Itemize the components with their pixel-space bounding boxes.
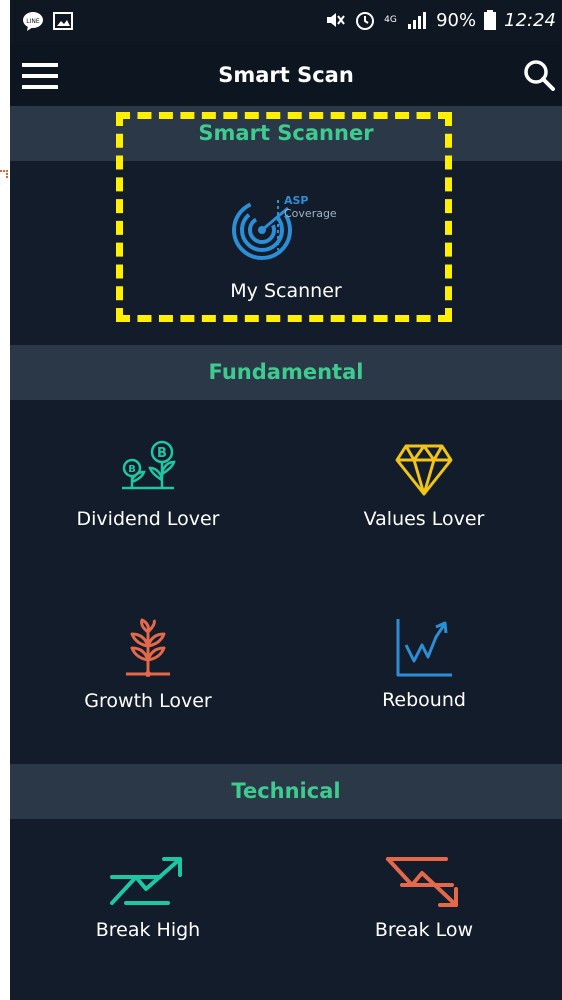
status-bar: LINE 4G 90% 12:24 [10, 0, 562, 45]
tile-break-low[interactable]: Break Low [286, 853, 562, 941]
tile-dividend-lover[interactable]: B B Dividend Lover [10, 438, 286, 530]
svg-text:LINE: LINE [26, 18, 40, 25]
section-header-smart-scanner: Smart Scanner [10, 106, 562, 161]
tile-label: Break Low [374, 919, 474, 941]
sprout-icon [126, 618, 170, 677]
diamond-icon [395, 444, 453, 496]
break-high-icon [110, 857, 182, 905]
battery-percent: 90% [436, 9, 477, 31]
tile-label: My Scanner [230, 280, 342, 302]
mute-icon [327, 13, 345, 27]
line-chat-icon: LINE [23, 12, 43, 31]
gallery-icon [53, 12, 73, 30]
section-header-technical: Technical [10, 764, 562, 819]
svg-text:B: B [128, 464, 136, 475]
annotation-corner-mark [0, 170, 8, 178]
section-header-fundamental: Fundamental [10, 345, 562, 400]
search-icon[interactable] [522, 58, 556, 92]
clock: 12:24 [504, 9, 556, 31]
alarm-icon [356, 12, 375, 30]
tile-label: Growth Lover [84, 690, 212, 712]
signal-icon [408, 12, 427, 29]
tile-label: Dividend Lover [76, 508, 220, 530]
tile-rebound[interactable]: Rebound [286, 615, 562, 711]
tile-label: Break High [95, 919, 201, 941]
coverage-badge-text: Coverage [284, 207, 337, 220]
tile-growth-lover[interactable]: Growth Lover [10, 618, 286, 712]
rebound-chart-icon [396, 619, 452, 677]
tile-break-high[interactable]: Break High [10, 853, 286, 941]
tile-values-lover[interactable]: Values Lover [286, 440, 562, 530]
tile-my-scanner[interactable]: ASP Coverage My Scanner [148, 190, 424, 302]
coin-plant-icon: B B [122, 440, 176, 490]
svg-text:B: B [157, 446, 167, 461]
asp-badge-text: ASP [284, 194, 309, 207]
tile-label: Values Lover [363, 508, 485, 530]
break-low-icon [386, 857, 458, 907]
tile-label: Rebound [382, 689, 466, 711]
app-bar: Smart Scan [10, 45, 562, 106]
app-screen: LINE 4G 90% 12:24 Smart Scan Smart Scann… [10, 0, 562, 1000]
page-title: Smart Scan [218, 63, 354, 87]
network-type: 4G [384, 15, 397, 25]
battery-icon [484, 10, 497, 30]
